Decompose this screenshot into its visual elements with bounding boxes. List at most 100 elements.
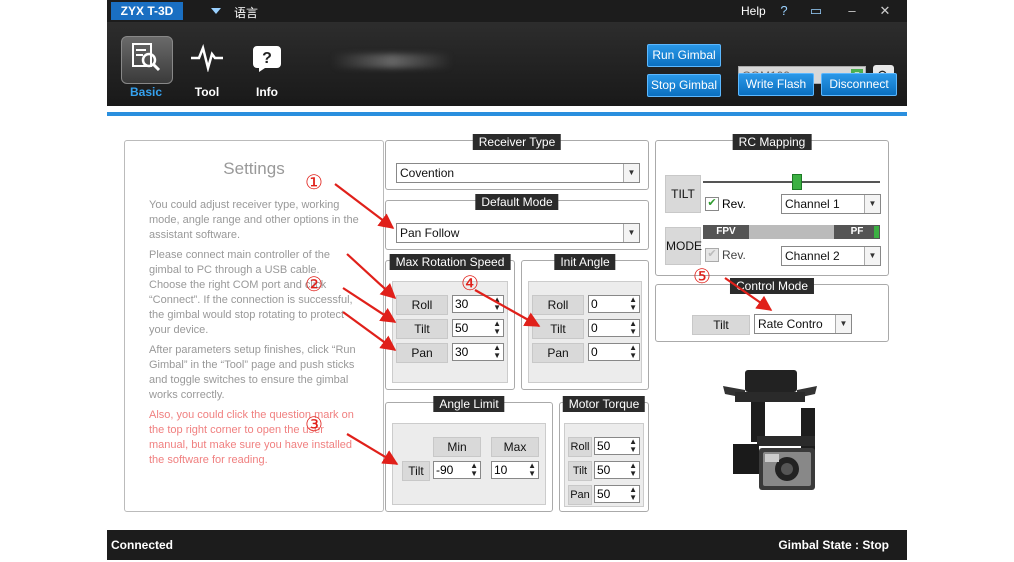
- dropdown-arrow-icon[interactable]: ▼: [864, 195, 880, 213]
- tilt-channel-select[interactable]: Channel 1 ▼: [781, 194, 881, 214]
- mode-channel-value: Channel 2: [785, 249, 840, 263]
- torque-tilt-input[interactable]: 50 ▲ ▼: [594, 461, 640, 479]
- spinner-arrows-icon[interactable]: ▲ ▼: [493, 296, 501, 312]
- init-angle-title: Init Angle: [554, 254, 616, 270]
- angle-max-value: 10: [494, 463, 508, 477]
- default-mode-panel: Default Mode Pan Follow ▼: [385, 194, 649, 250]
- max-tilt-value: 50: [455, 321, 469, 335]
- tilt-label: Tilt: [568, 461, 592, 481]
- control-mode-value: Rate Contro: [758, 317, 823, 331]
- init-tilt-input[interactable]: 0 ▲ ▼: [588, 319, 640, 337]
- dropdown-arrow-icon[interactable]: ▼: [623, 164, 639, 182]
- spinner-arrows-icon[interactable]: ▲ ▼: [493, 320, 501, 336]
- angle-max-input[interactable]: 10 ▲ ▼: [491, 461, 539, 479]
- nav-info[interactable]: ? Info: [237, 22, 297, 102]
- tilt-channel-value: Channel 1: [785, 197, 840, 211]
- init-angle-panel: Init Angle Roll 0 ▲ ▼ Tilt 0 ▲ ▼ Pan 0 ▲ ▼: [521, 254, 649, 390]
- chat-icon[interactable]: ▭: [804, 1, 828, 21]
- mode-channel-select[interactable]: Channel 2 ▼: [781, 246, 881, 266]
- fpv-zone: FPV: [703, 225, 749, 239]
- roll-label: Roll: [568, 437, 592, 457]
- mode-range-bar[interactable]: FPV PF: [703, 225, 880, 239]
- spinner-arrows-icon[interactable]: ▲ ▼: [493, 344, 501, 360]
- mode-rev-checkbox[interactable]: ✔: [705, 248, 719, 262]
- dropdown-arrow-icon[interactable]: ▼: [864, 247, 880, 265]
- pan-label: Pan: [568, 485, 592, 505]
- tilt-rev-label: Rev.: [722, 197, 746, 211]
- max-tilt-input[interactable]: 50 ▲ ▼: [452, 319, 504, 337]
- language-menu[interactable]: 语言: [234, 4, 258, 21]
- max-roll-input[interactable]: 30 ▲ ▼: [452, 295, 504, 313]
- spinner-arrows-icon[interactable]: ▲ ▼: [629, 462, 637, 478]
- pan-label: Pan: [532, 343, 584, 363]
- nav-tool-label: Tool: [194, 85, 220, 99]
- rc-mapping-title: RC Mapping: [732, 134, 812, 150]
- settings-paragraph-2: Please connect main controller of the gi…: [149, 249, 353, 336]
- default-mode-value: Pan Follow: [400, 226, 460, 240]
- torque-roll-input[interactable]: 50 ▲ ▼: [594, 437, 640, 455]
- torque-pan-input[interactable]: 50 ▲ ▼: [594, 485, 640, 503]
- spinner-arrows-icon[interactable]: ▲ ▼: [629, 296, 637, 312]
- annotation-marker-5: ⑤: [693, 264, 711, 288]
- control-mode-select[interactable]: Rate Contro ▼: [754, 314, 852, 334]
- init-roll-input[interactable]: 0 ▲ ▼: [588, 295, 640, 313]
- init-tilt-value: 0: [591, 321, 598, 335]
- spinner-arrows-icon[interactable]: ▲ ▼: [629, 438, 637, 454]
- roll-label: Roll: [396, 295, 448, 315]
- tilt-slider-thumb[interactable]: [792, 174, 802, 190]
- init-roll-value: 0: [591, 297, 598, 311]
- torque-tilt-value: 50: [597, 463, 611, 477]
- nav-tool[interactable]: Tool: [177, 22, 237, 102]
- init-pan-value: 0: [591, 345, 598, 359]
- spinner-arrows-icon[interactable]: ▲ ▼: [528, 462, 536, 478]
- tilt-rev-checkbox[interactable]: ✔: [705, 197, 719, 211]
- torque-pan-value: 50: [597, 487, 611, 501]
- info-question-icon: ?: [253, 46, 281, 72]
- stop-gimbal-button[interactable]: Stop Gimbal: [647, 74, 721, 97]
- question-icon[interactable]: ?: [772, 1, 796, 21]
- settings-paragraph-3: After parameters setup finishes, click “…: [149, 344, 356, 401]
- spinner-arrows-icon[interactable]: ▲ ▼: [629, 486, 637, 502]
- receiver-type-select[interactable]: Covention ▼: [396, 163, 640, 183]
- motor-torque-title: Motor Torque: [562, 396, 646, 412]
- spinner-arrows-icon[interactable]: ▲ ▼: [629, 344, 637, 360]
- gimbal-image: [723, 370, 817, 490]
- receiver-type-title: Receiver Type: [472, 134, 562, 150]
- angle-limit-panel: Angle Limit Min Max Tilt -90 ▲ ▼ 10 ▲ ▼: [385, 396, 553, 512]
- dropdown-arrow-icon[interactable]: ▼: [623, 224, 639, 242]
- spinner-arrows-icon[interactable]: ▲ ▼: [470, 462, 478, 478]
- control-axis-label: Tilt: [692, 315, 750, 335]
- control-mode-title: Control Mode: [729, 278, 815, 294]
- rc-mapping-panel: RC Mapping TILT ✔ Rev. Channel 1 ▼ MODE F…: [655, 134, 889, 276]
- receiver-type-value: Covention: [400, 166, 455, 180]
- angle-min-input[interactable]: -90 ▲ ▼: [433, 461, 481, 479]
- write-flash-button[interactable]: Write Flash: [738, 73, 814, 96]
- minimize-icon[interactable]: –: [840, 1, 864, 21]
- mode-slider-thumb[interactable]: [874, 226, 879, 238]
- search-document-icon: [132, 43, 161, 72]
- default-mode-select[interactable]: Pan Follow ▼: [396, 223, 640, 243]
- dropdown-arrow-icon[interactable]: [210, 5, 222, 17]
- title-bar: ZYX T-3D 语言 Help ? ▭ – ✕: [107, 0, 907, 22]
- dropdown-arrow-icon[interactable]: ▼: [835, 315, 851, 333]
- rc-mode-label: MODE: [665, 227, 702, 265]
- run-gimbal-button[interactable]: Run Gimbal: [647, 44, 721, 67]
- motor-torque-panel: Motor Torque Roll 50 ▲ ▼ Tilt 50 ▲ ▼ Pan 50 ▲…: [559, 396, 649, 512]
- spinner-arrows-icon[interactable]: ▲ ▼: [629, 320, 637, 336]
- disconnect-button[interactable]: Disconnect: [821, 73, 897, 96]
- max-rotation-speed-title: Max Rotation Speed: [389, 254, 511, 270]
- help-link[interactable]: Help: [741, 4, 766, 18]
- app-title: ZYX T-3D: [111, 2, 183, 20]
- torque-roll-value: 50: [597, 439, 611, 453]
- angle-min-value: -90: [436, 463, 454, 477]
- close-icon[interactable]: ✕: [873, 1, 897, 21]
- max-pan-input[interactable]: 30 ▲ ▼: [452, 343, 504, 361]
- init-pan-input[interactable]: 0 ▲ ▼: [588, 343, 640, 361]
- min-label: Min: [433, 437, 481, 457]
- blurred-region: [332, 54, 452, 68]
- nav-basic[interactable]: Basic: [116, 22, 176, 102]
- settings-help-panel: Settings You could adjust receiver type,…: [124, 140, 384, 512]
- pan-label: Pan: [396, 343, 448, 363]
- pulse-icon: [191, 44, 223, 72]
- control-mode-panel: Control Mode Tilt Rate Contro ▼: [655, 278, 889, 342]
